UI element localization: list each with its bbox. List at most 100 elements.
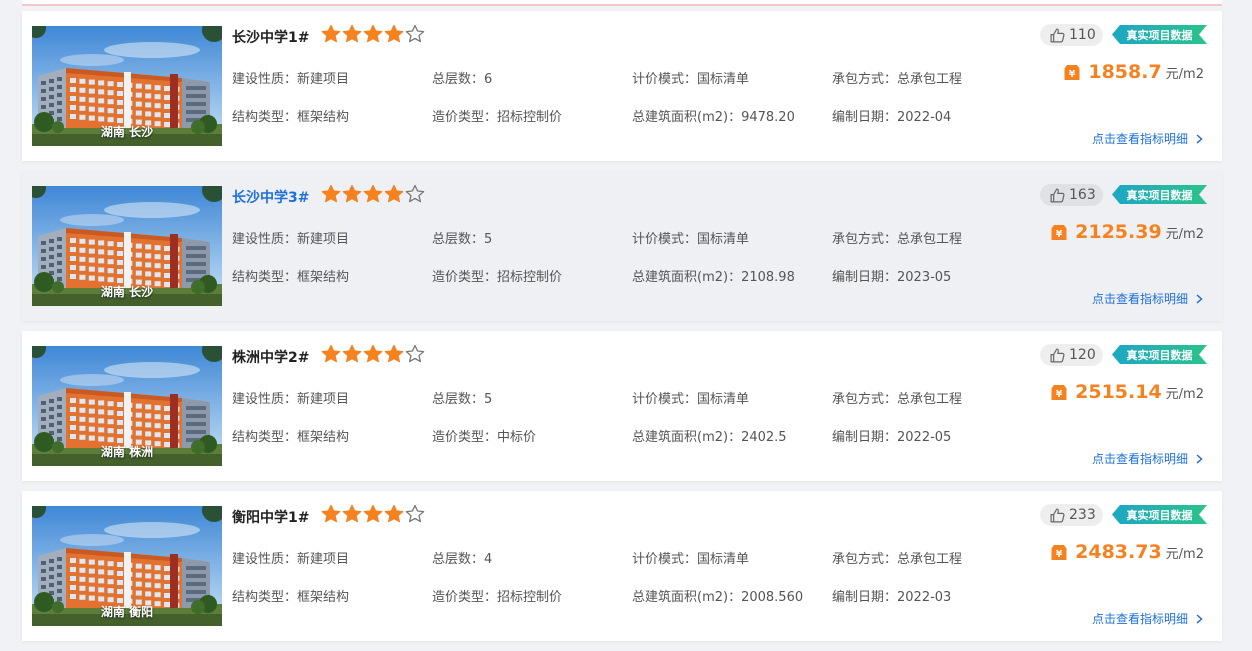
star-empty-icon — [405, 24, 426, 44]
star-empty-icon — [405, 344, 426, 364]
area-label: 总建筑面积(m2)： — [632, 270, 742, 285]
pricing-value: 国标清单 — [697, 232, 750, 247]
project-card[interactable]: 湖南 长沙 长沙中学3# 建设性质：新建项目 总层数：5 计价模式：国标清单 承… — [22, 171, 1222, 321]
project-thumbnail[interactable]: 湖南 长沙 — [32, 186, 222, 306]
view-detail-link[interactable]: 点击查看指标明细 — [1092, 450, 1204, 467]
star-filled-icon — [384, 344, 405, 364]
pricing-value: 国标清单 — [697, 72, 750, 87]
star-filled-icon — [342, 504, 363, 524]
pricing-field: 计价模式：国标清单 — [632, 68, 749, 87]
area-value: 2108.98 — [741, 270, 795, 285]
like-button[interactable]: 120 — [1040, 344, 1103, 366]
cost-type-label: 造价类型： — [432, 110, 498, 125]
cost-type-value: 招标控制价 — [497, 270, 563, 285]
cost-type-value: 招标控制价 — [497, 590, 563, 605]
pricing-label: 计价模式： — [632, 392, 698, 407]
structure-field: 结构类型：框架结构 — [232, 426, 349, 445]
view-detail-link[interactable]: 点击查看指标明细 — [1092, 130, 1204, 147]
floors-field: 总层数：4 — [432, 548, 492, 567]
project-card[interactable]: 湖南 衡阳 衡阳中学1# 建设性质：新建项目 总层数：4 计价模式：国标清单 承… — [22, 491, 1222, 641]
project-thumbnail[interactable]: 湖南 株洲 — [32, 346, 222, 466]
area-field: 总建筑面积(m2)：2402.5 — [632, 426, 787, 445]
like-button[interactable]: 163 — [1040, 184, 1103, 206]
project-location: 湖南 衡阳 — [100, 605, 154, 619]
view-detail-label: 点击查看指标明细 — [1091, 612, 1188, 626]
project-location: 湖南 株洲 — [100, 445, 154, 459]
pricing-label: 计价模式： — [632, 552, 698, 567]
price-unit: 元/m2 — [1165, 226, 1204, 242]
contract-field: 承包方式：总承包工程 — [832, 548, 962, 567]
star-filled-icon — [321, 504, 342, 524]
nature-label: 建设性质： — [232, 552, 298, 567]
like-button[interactable]: 233 — [1040, 504, 1103, 526]
date-field: 编制日期：2022-05 — [832, 426, 951, 445]
chevron-right-icon — [1196, 293, 1203, 304]
floors-field: 总层数：6 — [432, 68, 492, 87]
project-thumbnail[interactable]: 湖南 衡阳 — [32, 506, 222, 626]
project-thumbnail[interactable]: 湖南 长沙 — [32, 26, 222, 146]
price-value: 1858.7 — [1088, 61, 1162, 83]
like-count: 233 — [1069, 507, 1096, 523]
unit-price: ¥2483.73 元/m2 — [1051, 541, 1204, 563]
previous-card-edge — [22, 0, 1222, 6]
area-label: 总建筑面积(m2)： — [632, 590, 742, 605]
real-data-badge: 真实项目数据 — [1112, 25, 1207, 44]
pricing-value: 国标清单 — [697, 392, 750, 407]
structure-value: 框架结构 — [297, 110, 350, 125]
nature-value: 新建项目 — [297, 392, 350, 407]
star-filled-icon — [321, 24, 342, 44]
svg-text:¥: ¥ — [1056, 389, 1063, 400]
floors-value: 4 — [484, 552, 493, 567]
star-filled-icon — [321, 184, 342, 204]
date-field: 编制日期：2023-05 — [832, 266, 951, 285]
nature-field: 建设性质：新建项目 — [232, 388, 349, 407]
star-filled-icon — [363, 504, 384, 524]
svg-text:¥: ¥ — [1069, 69, 1076, 80]
price-unit: 元/m2 — [1165, 546, 1204, 562]
contract-field: 承包方式：总承包工程 — [832, 68, 962, 87]
project-title[interactable]: 长沙中学3# — [232, 187, 309, 207]
cost-type-label: 造价类型： — [432, 270, 498, 285]
nature-field: 建设性质：新建项目 — [232, 228, 349, 247]
star-filled-icon — [342, 184, 363, 204]
contract-value: 总承包工程 — [897, 392, 963, 407]
structure-label: 结构类型： — [232, 270, 298, 285]
cost-type-field: 造价类型：招标控制价 — [432, 266, 562, 285]
date-label: 编制日期： — [832, 430, 898, 445]
rating-stars — [321, 344, 426, 364]
real-data-badge: 真实项目数据 — [1112, 505, 1207, 524]
like-count: 120 — [1069, 347, 1096, 363]
project-title[interactable]: 衡阳中学1# — [232, 507, 309, 527]
star-empty-icon — [405, 184, 426, 204]
structure-field: 结构类型：框架结构 — [232, 266, 349, 285]
price-tag-icon: ¥ — [1064, 65, 1080, 80]
star-filled-icon — [384, 24, 405, 44]
area-value: 2008.560 — [741, 590, 804, 605]
star-filled-icon — [363, 344, 384, 364]
nature-label: 建设性质： — [232, 232, 298, 247]
price-tag-icon: ¥ — [1051, 225, 1067, 240]
view-detail-link[interactable]: 点击查看指标明细 — [1092, 610, 1204, 627]
date-field: 编制日期：2022-03 — [832, 586, 951, 605]
pricing-field: 计价模式：国标清单 — [632, 388, 749, 407]
nature-value: 新建项目 — [297, 552, 350, 567]
area-field: 总建筑面积(m2)：2108.98 — [632, 266, 795, 285]
floors-label: 总层数： — [432, 72, 485, 87]
area-value: 2402.5 — [741, 430, 787, 445]
contract-label: 承包方式： — [832, 232, 898, 247]
project-title[interactable]: 长沙中学1# — [232, 27, 309, 47]
project-card[interactable]: 湖南 长沙 长沙中学1# 建设性质：新建项目 总层数：6 计价模式：国标清单 承… — [22, 11, 1222, 161]
contract-value: 总承包工程 — [897, 232, 963, 247]
star-filled-icon — [363, 184, 384, 204]
cost-type-value: 中标价 — [497, 430, 537, 445]
view-detail-label: 点击查看指标明细 — [1091, 292, 1188, 306]
date-value: 2022-05 — [897, 430, 952, 445]
project-card[interactable]: 湖南 株洲 株洲中学2# 建设性质：新建项目 总层数：5 计价模式：国标清单 承… — [22, 331, 1222, 481]
thumbs-up-icon — [1050, 28, 1065, 42]
view-detail-link[interactable]: 点击查看指标明细 — [1092, 290, 1204, 307]
like-button[interactable]: 110 — [1040, 24, 1103, 46]
unit-price: ¥2125.39 元/m2 — [1051, 221, 1204, 243]
rating-stars — [321, 504, 426, 524]
project-title[interactable]: 株洲中学2# — [232, 347, 309, 367]
price-tag-icon: ¥ — [1051, 545, 1067, 560]
